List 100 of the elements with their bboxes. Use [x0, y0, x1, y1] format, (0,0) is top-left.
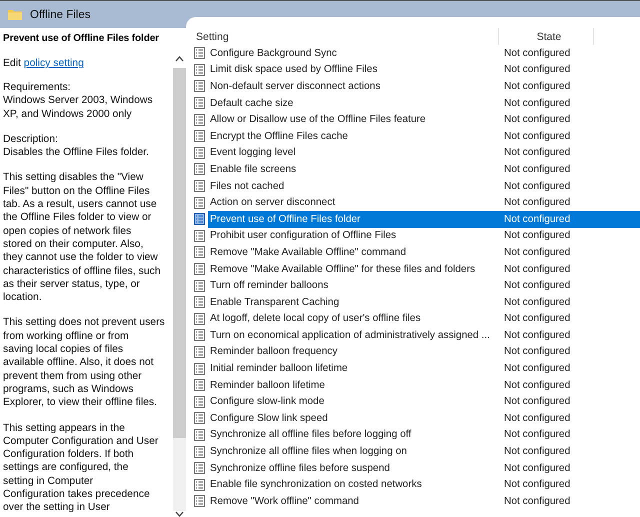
policy-icon	[194, 246, 205, 258]
policy-row[interactable]: Allow or Disallow use of the Offline Files feature Not configured	[190, 111, 640, 128]
setting-name: Default cache size	[209, 96, 294, 111]
policy-row[interactable]: Reminder balloon lifetime Not configured	[190, 376, 640, 394]
setting-name: Prevent use of Offline Files folder	[208, 210, 500, 228]
setting-name: Configure slow-link mode	[209, 395, 326, 410]
setting-name: Reminder balloon lifetime	[209, 378, 326, 393]
policy-icon	[194, 280, 205, 292]
setting-name: Reminder balloon frequency	[209, 345, 338, 360]
policy-icon	[194, 163, 205, 176]
setting-state: Not configured	[503, 412, 572, 426]
setting-name: Event logging level	[209, 146, 297, 160]
setting-state: Not configured	[503, 296, 572, 310]
policy-row[interactable]: Action on server disconnect Not configured	[190, 194, 640, 211]
setting-state: Not configured	[503, 196, 572, 210]
folder-icon	[8, 9, 22, 20]
column-header[interactable]: State	[499, 28, 594, 45]
setting-state: Not configured	[503, 279, 572, 294]
setting-state: Not configured	[503, 162, 572, 177]
policy-row[interactable]: Configure slow-link mode Not configured	[190, 393, 640, 410]
policy-row[interactable]: Prohibit user configuration of Offline Files Not configured	[190, 228, 640, 244]
policy-icon	[194, 146, 205, 159]
setting-state: Not configured	[503, 345, 572, 360]
setting-state: Not configured	[503, 80, 572, 94]
policy-row[interactable]: Remove "Make Available Offline" for these files and folders Not configured	[190, 260, 640, 278]
policy-setting-link[interactable]: policy setting	[24, 58, 84, 69]
setting-name: At logoff, delete local copy of user's offline files	[209, 312, 422, 326]
scrollbar[interactable]	[173, 68, 186, 511]
setting-state: Not configured	[503, 395, 572, 410]
setting-name: Initial reminder balloon lifetime	[209, 362, 349, 376]
setting-state: Not configured	[500, 210, 640, 228]
setting-name: Configure Slow link speed	[209, 412, 329, 426]
policy-icon	[194, 379, 205, 392]
description-text: Requirements: Windows Server 2003, Windows XP, and Windows 2000 only	[3, 81, 154, 121]
setting-state: Not configured	[503, 478, 572, 492]
policy-icon	[194, 495, 205, 508]
policy-icon	[194, 130, 205, 142]
scroll-down-icon[interactable]	[175, 511, 184, 517]
setting-name: Enable file synchronization on costed networks	[209, 478, 423, 492]
policy-row[interactable]: Prevent use of Offline Files folder Not configured	[190, 210, 640, 228]
setting-name: Configure Background Sync	[209, 46, 338, 61]
policy-row[interactable]: Configure Slow link speed Not configured	[190, 410, 640, 427]
setting-name: Synchronize all offline files before logging off	[209, 428, 412, 442]
scrollbar-thumb[interactable]	[173, 68, 186, 438]
policy-icon	[194, 396, 205, 408]
setting-state: Not configured	[503, 113, 572, 128]
policy-row[interactable]: Event logging level Not configured	[190, 144, 640, 162]
setting-state: Not configured	[503, 229, 572, 244]
policy-row[interactable]: Synchronize all offline files when logging on Not configured	[190, 443, 640, 460]
setting-state: Not configured	[503, 445, 572, 460]
setting-state: Not configured	[503, 328, 572, 343]
policy-row[interactable]: Limit disk space used by Offline Files Not configured	[190, 62, 640, 78]
setting-name: Allow or Disallow use of the Offline Files feature	[209, 113, 427, 128]
setting-state: Not configured	[503, 146, 572, 160]
window-title: Offline Files	[30, 8, 91, 20]
scroll-up-icon[interactable]	[175, 56, 184, 62]
policy-row[interactable]: Enable file synchronization on costed networks Not configured	[190, 476, 640, 494]
setting-state: Not configured	[503, 46, 572, 61]
policy-row[interactable]: Turn off reminder balloons Not configured	[190, 277, 640, 294]
setting-name: Enable file screens	[209, 162, 298, 177]
policy-row[interactable]: Remove "Make Available Offline" command Not configured	[190, 244, 640, 261]
setting-name: Action on server disconnect	[209, 196, 336, 210]
policy-icon	[194, 428, 205, 441]
setting-state: Not configured	[503, 362, 572, 376]
setting-name: Remove "Make Available Offline" command	[209, 246, 407, 260]
description-text: This setting appears in the Computer Configuration and User Configuration folders. If both settings are configured, the setting in Computer Configuration takes precedence over the setting in User	[3, 422, 160, 515]
policy-row[interactable]: Reminder balloon frequency Not configured	[190, 344, 640, 360]
setting-state: Not configured	[503, 63, 572, 78]
policy-row[interactable]: Enable Transparent Caching Not configured	[190, 294, 640, 310]
policy-row[interactable]: Enable file screens Not configured	[190, 161, 640, 178]
policy-row[interactable]: Turn on economical application of administratively assigned ... Not configured	[190, 327, 640, 344]
policy-row[interactable]: Non-default server disconnect actions Not configured	[190, 78, 640, 95]
policy-icon	[194, 97, 205, 110]
setting-name: Prohibit user configuration of Offline Files	[209, 229, 398, 244]
policy-row[interactable]: At logoff, delete local copy of user's offline files Not configured	[190, 310, 640, 328]
edit-text: Edit policy setting	[3, 58, 85, 69]
column-header[interactable]: Setting	[190, 28, 499, 45]
setting-name: Synchronize all offline files when logging on	[209, 445, 408, 460]
setting-name: Turn on economical application of administratively assigned ...	[209, 328, 491, 343]
setting-state: Not configured	[503, 378, 572, 393]
policy-row[interactable]: Configure Background Sync Not configured	[190, 45, 640, 62]
setting-state: Not configured	[503, 462, 572, 476]
policy-row[interactable]: Synchronize all offline files before logging off Not configured	[190, 426, 640, 444]
policy-icon	[194, 362, 205, 375]
setting-name: Limit disk space used by Offline Files	[209, 63, 378, 78]
policy-icon	[194, 47, 205, 60]
setting-state: Not configured	[503, 312, 572, 326]
policy-row[interactable]: Remove "Work offline" command Not configured	[190, 493, 640, 510]
policy-row[interactable]: Default cache size Not configured	[190, 94, 640, 112]
policy-row[interactable]: Synchronize offline files before suspend Not configured	[190, 460, 640, 476]
setting-name: Synchronize offline files before suspend	[209, 462, 391, 476]
setting-state: Not configured	[503, 180, 572, 194]
policy-row[interactable]: Initial reminder balloon lifetime Not configured	[190, 360, 640, 377]
setting-name: Files not cached	[209, 180, 286, 194]
policy-row[interactable]: Encrypt the Offline Files cache Not configured	[190, 128, 640, 145]
policy-title: Prevent use of Offline Files folder	[3, 33, 160, 44]
setting-name: Non-default server disconnect actions	[209, 80, 382, 94]
policy-row[interactable]: Files not cached Not configured	[190, 178, 640, 194]
setting-name: Encrypt the Offline Files cache	[209, 130, 349, 144]
setting-state: Not configured	[503, 494, 572, 509]
